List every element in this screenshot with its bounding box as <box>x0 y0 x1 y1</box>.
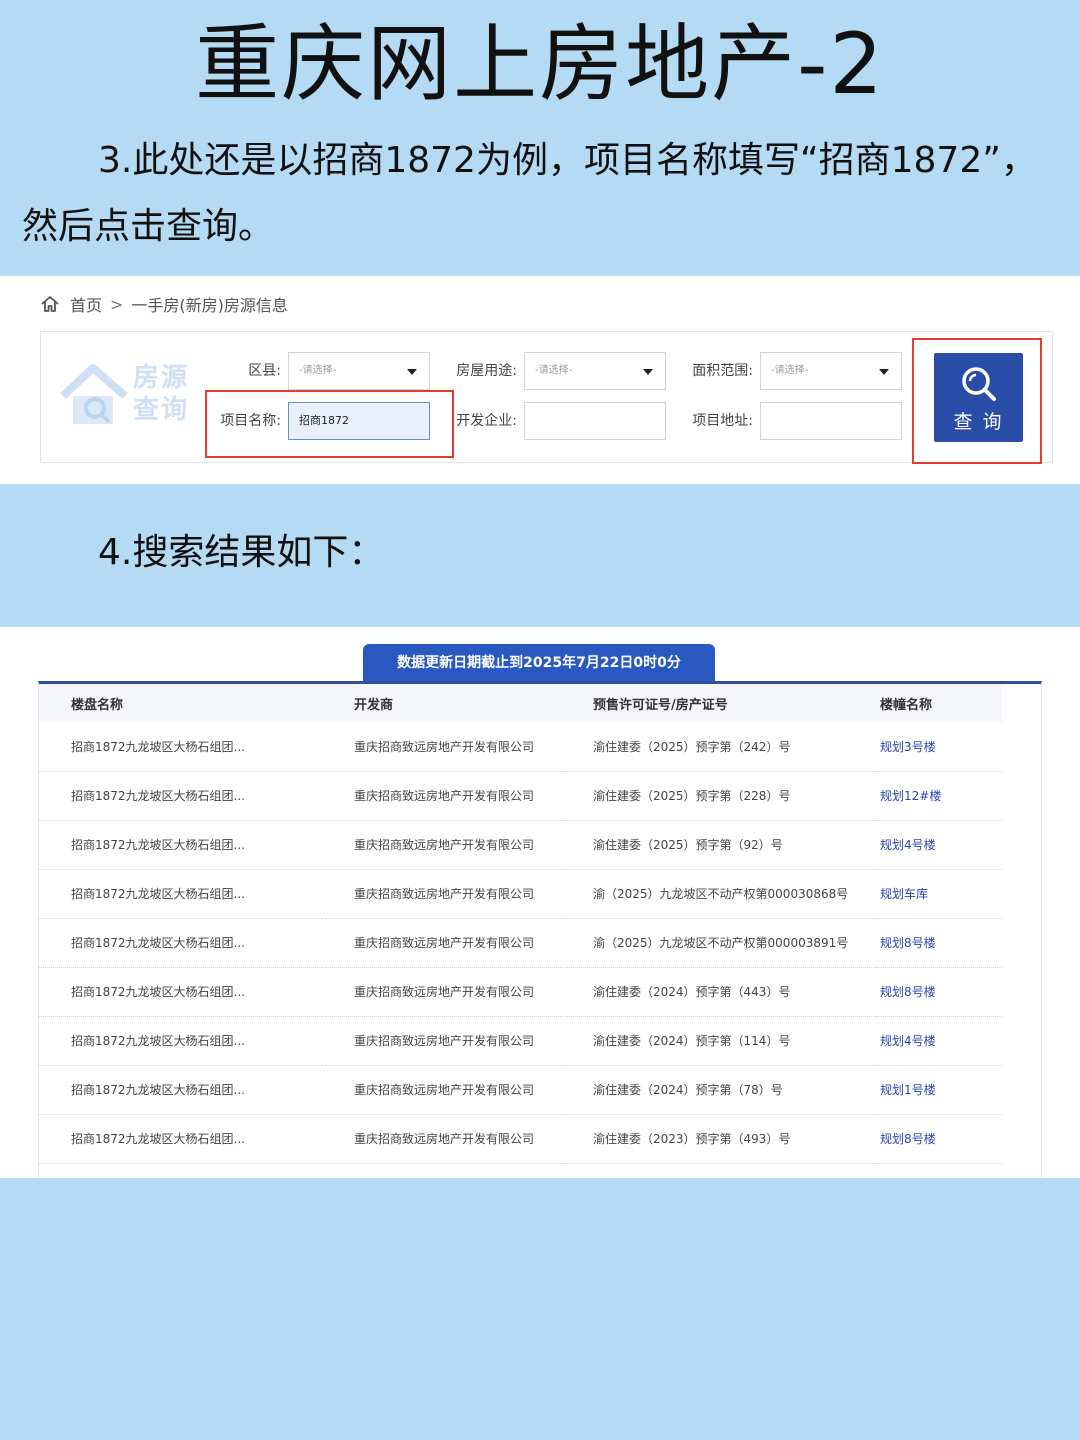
update-notice-tab: 数据更新日期截止到2025年7月22日0时0分 <box>363 644 715 682</box>
house-search-logo: 房源 查询 <box>59 360 199 430</box>
results-screenshot: 数据更新日期截止到2025年7月22日0时0分 楼盘名称 开发商 预售许可证号/… <box>0 627 1080 1178</box>
project-name-cell: 招商1872九龙坡区大杨石组团... <box>39 869 322 919</box>
usage-select[interactable]: -请选择- <box>524 352 666 390</box>
table-row: 招商1872九龙坡区大杨石组团... 重庆招商致远房地产开发有限公司 渝（202… <box>39 869 1002 919</box>
breadcrumb-separator: > <box>110 294 124 314</box>
project-name-cell: 招商1872九龙坡区大杨石组团... <box>39 722 322 772</box>
usage-select-value: -请选择- <box>535 365 573 376</box>
table-header-row: 楼盘名称 开发商 预售许可证号/房产证号 楼幢名称 <box>39 684 1002 722</box>
building-link[interactable]: 规划3号楼 <box>876 722 1002 772</box>
developer-cell: 重庆招商致远房地产开发有限公司 <box>322 1065 561 1115</box>
developer-cell: 重庆招商致远房地产开发有限公司 <box>322 967 561 1017</box>
breadcrumb-current: 一手房(新房)房源信息 <box>131 296 288 315</box>
column-header-permit: 预售许可证号/房产证号 <box>561 684 876 722</box>
address-label: 项目地址: <box>692 413 753 429</box>
project-name-cell: 招商1872九龙坡区大杨石组团... <box>39 820 322 870</box>
column-header-building: 楼幢名称 <box>876 684 1002 722</box>
table-row: 招商1872九龙坡区大杨石组团... 重庆招商致远房地产开发有限公司 渝住建委（… <box>39 967 1002 1017</box>
permit-cell: 渝住建委（2025）预字第（242）号 <box>561 722 876 772</box>
permit-cell: 渝住建委（2024）预字第（443）号 <box>561 967 876 1017</box>
table-row: 招商1872九龙坡区大杨石组团... 重庆招商致远房地产开发有限公司 渝住建委（… <box>39 722 1002 772</box>
search-form: 房源 查询 区县: -请选择- 房屋用途: -请选择- 面积范围: -请选择- … <box>40 331 1053 463</box>
logo-text-line-1: 房源 <box>133 363 190 393</box>
search-panel-screenshot: 首页 > 一手房(新房)房源信息 房源 查询 区县: -请选择- 房屋用途: -… <box>0 276 1080 484</box>
developer-input[interactable] <box>524 402 666 440</box>
logo-text-line-2: 查询 <box>133 395 190 425</box>
table-row: 招商1872九龙坡区大杨石组团... 重庆招商致远房地产开发有限公司 渝住建委（… <box>39 1016 1002 1066</box>
chevron-down-icon <box>643 369 653 375</box>
permit-cell: 渝住建委（2023）预字第（493）号 <box>561 1114 876 1164</box>
project-name-cell: 招商1872九龙坡区大杨石组团... <box>39 1114 322 1164</box>
chevron-down-icon <box>407 369 417 375</box>
logo-text: 房源 查询 <box>133 362 189 426</box>
project-name-cell: 招商1872九龙坡区大杨石组团... <box>39 1016 322 1066</box>
developer-cell: 重庆招商致远房地产开发有限公司 <box>322 771 561 821</box>
building-link[interactable]: 规划8号楼 <box>876 1114 1002 1164</box>
developer-cell: 重庆招商致远房地产开发有限公司 <box>322 869 561 919</box>
developer-cell: 重庆招商致远房地产开发有限公司 <box>322 918 561 968</box>
project-name-cell: 招商1872九龙坡区大杨石组团... <box>39 1065 322 1115</box>
breadcrumb-home[interactable]: 首页 <box>70 292 102 316</box>
query-button-highlight <box>912 338 1042 464</box>
house-icon <box>60 364 128 424</box>
permit-cell: 渝住建委（2025）预字第（228）号 <box>561 771 876 821</box>
usage-label: 房屋用途: <box>456 363 517 379</box>
column-header-developer: 开发商 <box>322 684 561 722</box>
breadcrumb: 首页 > 一手房(新房)房源信息 <box>40 292 288 316</box>
address-input[interactable] <box>760 402 902 440</box>
building-link[interactable]: 规划8号楼 <box>876 967 1002 1017</box>
developer-cell: 重庆招商致远房地产开发有限公司 <box>322 1016 561 1066</box>
table-row: 招商1872九龙坡区大杨石组团... 重庆招商致远房地产开发有限公司 渝（202… <box>39 918 1002 968</box>
developer-cell: 重庆招商致远房地产开发有限公司 <box>322 820 561 870</box>
building-link[interactable]: 规划12#楼 <box>876 771 1002 821</box>
project-name-highlight <box>205 390 454 458</box>
area-label: 面积范围: <box>692 363 753 379</box>
column-header-project: 楼盘名称 <box>39 684 322 722</box>
project-name-cell: 招商1872九龙坡区大杨石组团... <box>39 918 322 968</box>
area-select-value: -请选择- <box>771 365 809 376</box>
building-link[interactable]: 规划8号楼 <box>876 918 1002 968</box>
results-table: 楼盘名称 开发商 预售许可证号/房产证号 楼幢名称 招商1872九龙坡区大杨石组… <box>39 684 1002 1164</box>
project-name-cell: 招商1872九龙坡区大杨石组团... <box>39 771 322 821</box>
home-icon[interactable] <box>40 294 60 314</box>
district-select-value: -请选择- <box>299 365 337 376</box>
step-4-instruction: 4.搜索结果如下： <box>98 532 385 573</box>
permit-cell: 渝住建委（2024）预字第（78）号 <box>561 1065 876 1115</box>
building-link[interactable]: 规划4号楼 <box>876 820 1002 870</box>
developer-cell: 重庆招商致远房地产开发有限公司 <box>322 1114 561 1164</box>
district-select[interactable]: -请选择- <box>288 352 430 390</box>
project-name-cell: 招商1872九龙坡区大杨石组团... <box>39 967 322 1017</box>
permit-cell: 渝住建委（2025）预字第（92）号 <box>561 820 876 870</box>
building-link[interactable]: 规划车库 <box>876 869 1002 919</box>
area-select[interactable]: -请选择- <box>760 352 902 390</box>
chevron-down-icon <box>879 369 889 375</box>
table-row: 招商1872九龙坡区大杨石组团... 重庆招商致远房地产开发有限公司 渝住建委（… <box>39 1114 1002 1164</box>
building-link[interactable]: 规划1号楼 <box>876 1065 1002 1115</box>
table-row: 招商1872九龙坡区大杨石组团... 重庆招商致远房地产开发有限公司 渝住建委（… <box>39 820 1002 870</box>
page-title: 重庆网上房地产-2 <box>195 15 885 113</box>
permit-cell: 渝（2025）九龙坡区不动产权第000030868号 <box>561 869 876 919</box>
table-row: 招商1872九龙坡区大杨石组团... 重庆招商致远房地产开发有限公司 渝住建委（… <box>39 1065 1002 1115</box>
developer-cell: 重庆招商致远房地产开发有限公司 <box>322 722 561 772</box>
results-table-frame: 楼盘名称 开发商 预售许可证号/房产证号 楼幢名称 招商1872九龙坡区大杨石组… <box>38 681 1042 1178</box>
permit-cell: 渝住建委（2024）预字第（114）号 <box>561 1016 876 1066</box>
step-3-instruction: 3.此处还是以招商1872为例，项目名称填写“招商1872”，然后点击查询。 <box>22 140 1037 247</box>
building-link[interactable]: 规划4号楼 <box>876 1016 1002 1066</box>
permit-cell: 渝（2025）九龙坡区不动产权第000003891号 <box>561 918 876 968</box>
district-label: 区县: <box>248 363 281 379</box>
table-row: 招商1872九龙坡区大杨石组团... 重庆招商致远房地产开发有限公司 渝住建委（… <box>39 771 1002 821</box>
